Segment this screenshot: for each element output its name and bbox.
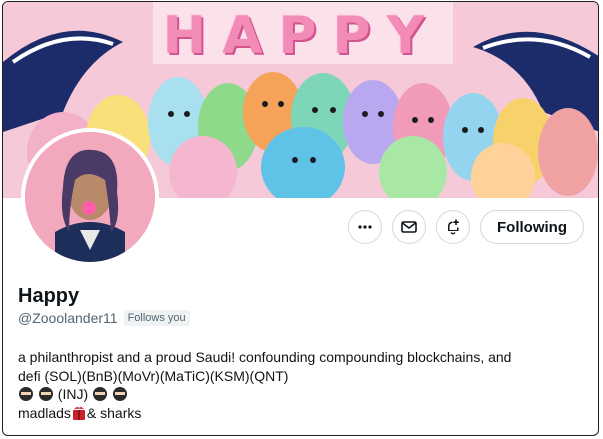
profile-actions: Following [348, 210, 584, 244]
ninja-emoji-icon [93, 387, 107, 401]
notifications-button[interactable] [436, 210, 471, 244]
profile-card: HAPPY Following Happy @Zooolander11 Foll… [2, 1, 599, 436]
profile-bio: a philanthropist and a proud Saudi! conf… [18, 348, 588, 422]
message-button[interactable] [392, 210, 427, 244]
following-button[interactable]: Following [480, 210, 584, 244]
display-name: Happy [18, 285, 80, 307]
bio-line-3: (INJ) [18, 385, 588, 404]
ellipsis-icon [358, 225, 372, 229]
avatar-art [25, 132, 155, 262]
bio-line-1: a philanthropist and a proud Saudi! conf… [18, 349, 512, 365]
more-button[interactable] [348, 210, 383, 244]
bio-inj: (INJ) [57, 386, 89, 402]
ninja-emoji-icon [38, 387, 53, 401]
ninja-emoji-icon [19, 387, 33, 401]
handle-row: @Zooolander11 Follows you [18, 310, 190, 326]
red-gift-emoji-icon [72, 406, 85, 420]
follows-you-badge: Follows you [123, 310, 190, 326]
envelope-icon [401, 221, 417, 233]
bio-madlads: madlads [18, 404, 71, 421]
ninja-emoji-icon [112, 387, 127, 401]
bell-plus-icon [448, 219, 459, 235]
bio-sharks: & sharks [86, 404, 142, 421]
user-handle: @Zooolander11 [18, 310, 118, 326]
bio-line-4: madlads & sharks [18, 404, 588, 423]
banner-title: HAPPY [162, 6, 441, 66]
profile-avatar[interactable] [21, 128, 159, 266]
bio-line-2: defi (SOL)(BnB)(MoVr)(MaTiC)(KSM)(QNT) [18, 367, 289, 384]
